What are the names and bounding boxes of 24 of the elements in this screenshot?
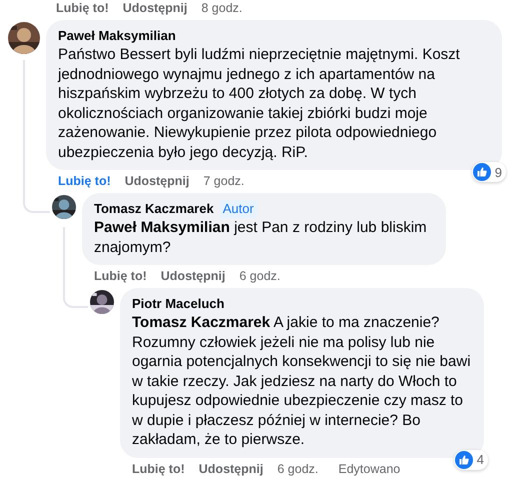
edited-label: Edytowano <box>338 460 400 476</box>
comment-time: 6 godz. <box>277 460 318 476</box>
comment-text: Tomasz Kaczmarek A jakie to ma znaczenie? Rozumny człowiek jeżeli nie ma polisy lub nie ogarnia potencjalnych konsekwencji to się nie bawi w takie rzeczy. Jak jedziesz na narty do Włoch to kupujesz odpowiednie ubezpieczenie czy masz to w dupie i płaczesz później w internecie? Bo zakładam, że to pierwsze. <box>132 313 472 450</box>
comment-text: Państwo Bessert byli ludźmi nieprzeciętnie majętnymi. Koszt jednodniowego wynajmu jednego z ich apartamentów na hiszpańskim wybrzeżu to 400 złotych za dobę. W tych okolicznościach organizowanie takiej zbiórki budzi moje zażenowanie. Niewykupienie przez pilota odpowiedniego ubezpieczenia było jego decyzją. RiP. <box>58 45 461 162</box>
share-link[interactable]: Udostępnij <box>198 460 264 476</box>
share-link[interactable]: Udostępnij <box>122 0 188 16</box>
author-badge: Autor <box>220 200 257 218</box>
like-link[interactable]: Lubię to! <box>94 268 147 284</box>
like-link[interactable]: Lubię to! <box>58 173 111 189</box>
like-link[interactable]: Lubię to! <box>132 460 185 476</box>
share-link[interactable]: Udostępnij <box>160 268 226 284</box>
author-name[interactable]: Tomasz Kaczmarek <box>94 200 214 218</box>
comment-time: 7 godz. <box>203 173 244 189</box>
reaction-count[interactable]: 9 <box>472 162 506 182</box>
like-link[interactable]: Lubię to! <box>56 0 109 16</box>
author-name[interactable]: Paweł Maksymilian <box>58 27 176 45</box>
comment-time: 6 godz. <box>239 268 280 284</box>
comment-text: Paweł Maksymilian jest Pan z rodziny lub bliskim znajomym? <box>94 218 428 257</box>
thumbs-up-icon <box>454 450 473 468</box>
share-link[interactable]: Udostępnij <box>124 173 190 189</box>
reaction-count[interactable]: 4 <box>454 450 488 470</box>
comment-time: 8 godz. <box>201 0 242 16</box>
thumbs-up-icon <box>472 163 491 181</box>
author-name[interactable]: Piotr Maceluch <box>132 295 224 313</box>
